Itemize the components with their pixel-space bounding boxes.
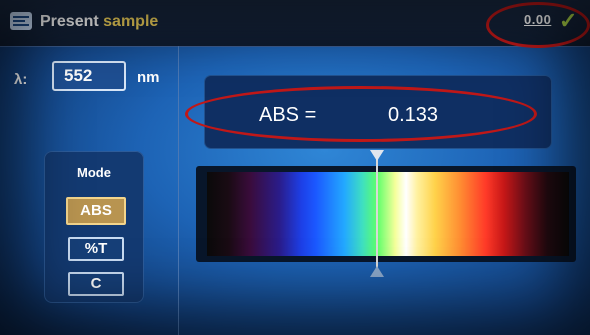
wavelength-input[interactable] (52, 61, 126, 91)
panel-divider (178, 46, 179, 335)
mode-button-transmittance[interactable]: %T (68, 237, 124, 261)
mode-button-abs[interactable]: ABS (66, 197, 126, 225)
wavelength-symbol: λ: (14, 71, 28, 88)
mode-button-concentration[interactable]: C (68, 272, 124, 296)
reading-highlight-oval (185, 86, 537, 142)
title-prefix: Present (40, 13, 99, 30)
title-accent: sample (103, 13, 159, 30)
cursor-top-marker[interactable] (370, 150, 384, 161)
page-title: Present sample (40, 13, 158, 31)
mode-panel: Mode ABS %T C (44, 151, 144, 303)
wavelength-cursor[interactable] (376, 158, 378, 270)
mode-title: Mode (77, 165, 111, 180)
wavelength-unit: nm (137, 69, 160, 86)
spectrum-bar[interactable] (207, 172, 569, 256)
sample-icon (10, 12, 32, 30)
cursor-bottom-marker[interactable] (370, 266, 384, 277)
zero-highlight-oval (486, 2, 590, 48)
